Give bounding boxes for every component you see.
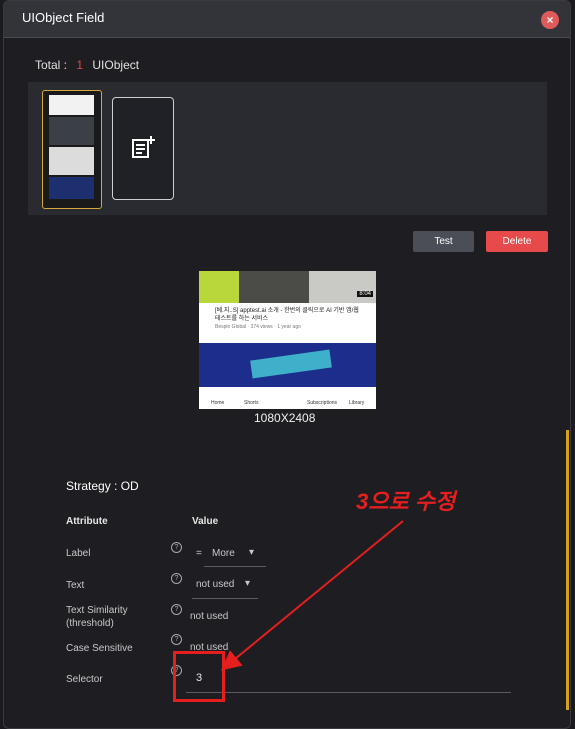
annotation-arrow — [220, 520, 404, 671]
annotation-highlight-box — [173, 651, 225, 702]
